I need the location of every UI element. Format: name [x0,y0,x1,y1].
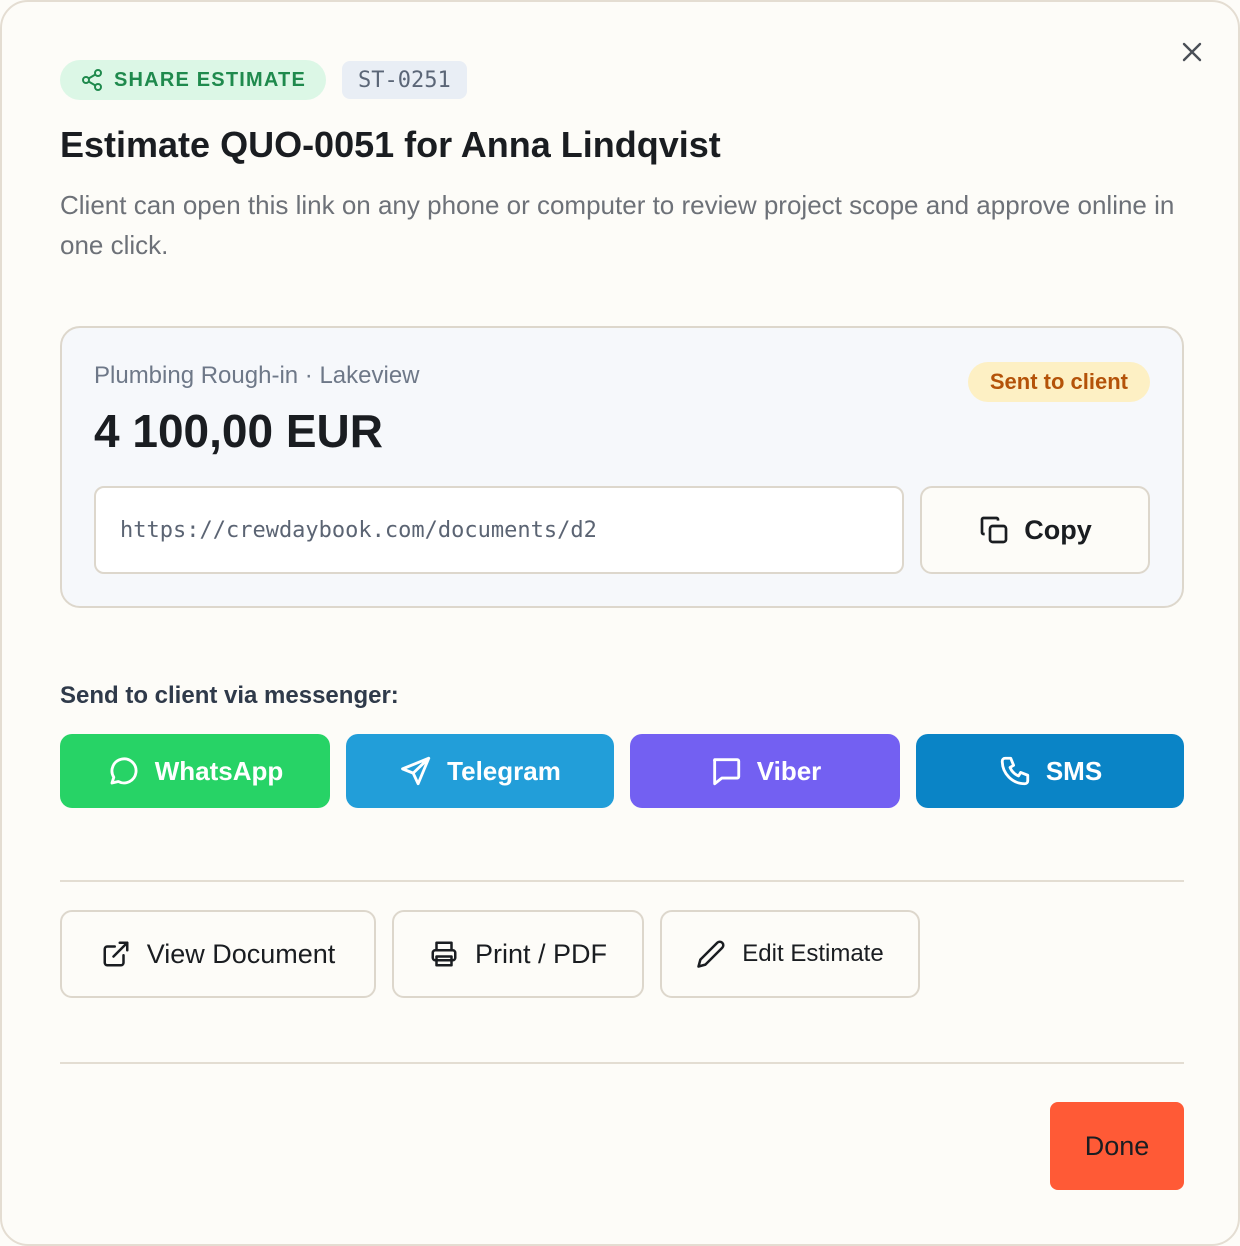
close-icon [1182,42,1202,62]
dialog-title: Estimate QUO-0051 for Anna Lindqvist [60,124,721,165]
document-actions: View Document Print / PDF Edit Estimate [60,910,920,998]
copy-link-button[interactable]: Copy [920,486,1150,574]
estimate-amount: 4 100,00 EUR [94,405,383,457]
header-badges: SHARE ESTIMATE ST-0251 [60,60,467,100]
status-badge: Sent to client [967,362,1150,402]
whatsapp-label: WhatsApp [154,755,284,786]
messenger-buttons: WhatsApp Telegram Viber SMS [60,734,1184,808]
whatsapp-button[interactable]: WhatsApp [60,734,330,808]
estimate-summary-card: Plumbing Rough-in · Lakeview 4 100,00 EU… [60,326,1184,608]
copy-icon [980,516,1008,544]
phone-icon [1000,756,1029,786]
project-name: Plumbing Rough-in · Lakeview [94,362,420,389]
document-code-badge: ST-0251 [342,61,467,99]
sms-label: SMS [1045,755,1103,786]
print-pdf-label: Print / PDF [474,938,608,969]
view-document-label: View Document [146,938,336,969]
share-icon [82,69,102,91]
telegram-label: Telegram [447,755,561,786]
edit-estimate-button[interactable]: Edit Estimate [660,910,920,998]
external-link-icon [103,941,129,967]
share-estimate-badge: SHARE ESTIMATE [60,60,326,100]
divider [60,1062,1184,1064]
share-link-field[interactable]: https://crewdaybook.com/documents/d2 [94,486,904,574]
done-button[interactable]: Done [1050,1102,1184,1190]
telegram-button[interactable]: Telegram [346,734,614,808]
copy-button-label: Copy [1024,514,1092,545]
divider [60,880,1184,882]
viber-icon [712,758,740,786]
pencil-icon [697,940,725,968]
telegram-icon [401,756,431,786]
sms-button[interactable]: SMS [916,734,1184,808]
share-estimate-dialog: SHARE ESTIMATE ST-0251 Estimate QUO-0051… [0,0,1240,1246]
close-button[interactable] [1172,32,1212,72]
dialog-subtitle: Client can open this link on any phone o… [60,190,1175,260]
viber-label: Viber [756,755,822,786]
share-badge-label: SHARE ESTIMATE [114,68,306,91]
edit-estimate-label: Edit Estimate [742,940,884,967]
viber-button[interactable]: Viber [630,734,900,808]
view-document-button[interactable]: View Document [60,910,376,998]
whatsapp-icon [110,757,138,785]
messenger-section-label: Send to client via messenger: [60,682,399,709]
printer-icon [431,941,457,967]
print-pdf-button[interactable]: Print / PDF [392,910,644,998]
